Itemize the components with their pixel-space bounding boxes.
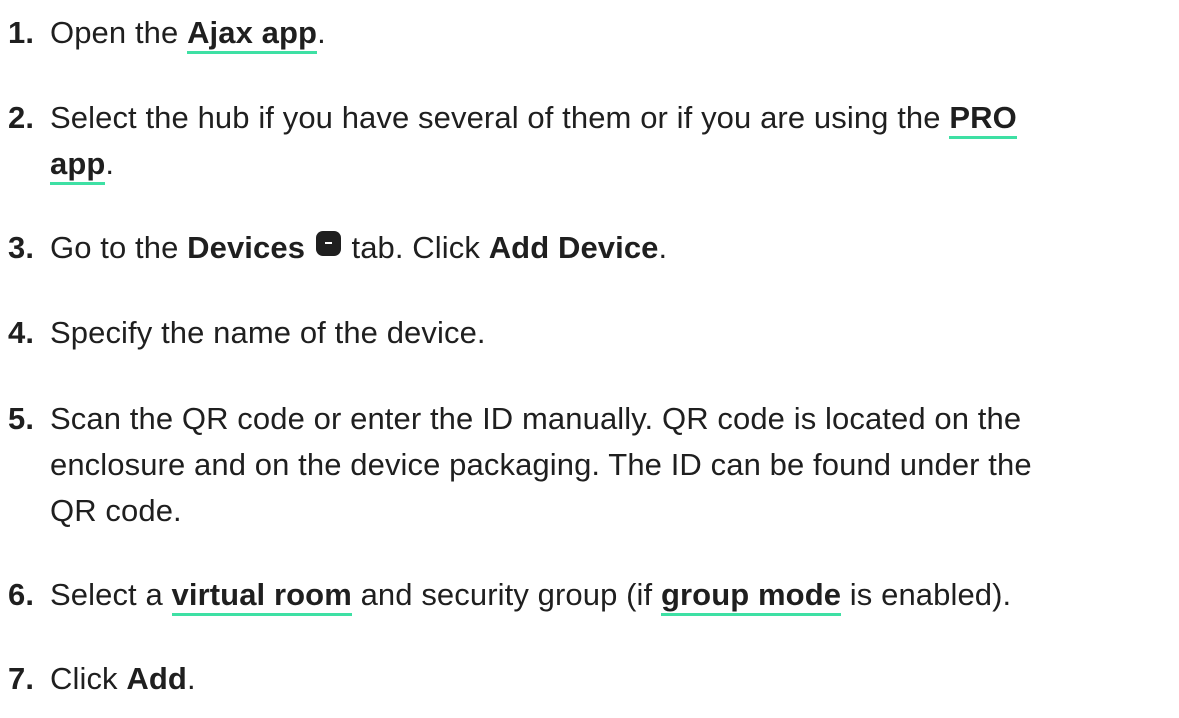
- step-number: 3.: [8, 230, 35, 265]
- step-7: 7. Click Add.: [8, 656, 1168, 702]
- devices-tab-icon: [315, 231, 341, 256]
- step-text: Open the Ajax app.: [50, 10, 1168, 56]
- step-number: 2.: [8, 100, 35, 135]
- group-mode-link[interactable]: group mode: [660, 577, 842, 616]
- step-number: 4.: [8, 315, 35, 350]
- step-4: 4. Specify the name of the device.: [8, 310, 1168, 356]
- step-number: 6.: [8, 577, 35, 612]
- step-number: 1.: [8, 15, 35, 50]
- step-text: Go to the Devices tab. Click Add Device.: [50, 230, 668, 265]
- virtual-room-link[interactable]: virtual room: [171, 577, 352, 616]
- step-text: Select the hub if you have several of th…: [50, 95, 1168, 187]
- step-text: Select a virtual room and security group…: [50, 572, 1168, 618]
- step-text: Scan the QR code or enter the ID manuall…: [50, 401, 1032, 528]
- pro-app-link[interactable]: PRO: [949, 100, 1017, 139]
- add-label: Add: [126, 661, 187, 696]
- pro-app-link-continued[interactable]: app: [50, 146, 106, 185]
- ajax-app-link[interactable]: Ajax app: [187, 15, 318, 54]
- step-text: Specify the name of the device.: [50, 315, 486, 350]
- step-5: 5. Scan the QR code or enter the ID manu…: [8, 396, 1168, 534]
- step-2: 2. Select the hub if you have several of…: [8, 95, 1168, 187]
- devices-label: Devices: [187, 230, 306, 265]
- step-6: 6. Select a virtual room and security gr…: [8, 572, 1168, 618]
- step-text: Click Add.: [50, 661, 196, 696]
- add-device-label: Add Device: [488, 230, 659, 265]
- step-number: 7.: [8, 661, 35, 696]
- step-1: 1. Open the Ajax app.: [8, 10, 1168, 56]
- step-number: 5.: [8, 401, 35, 436]
- step-3: 3. Go to the Devices tab. Click Add Devi…: [8, 225, 1168, 271]
